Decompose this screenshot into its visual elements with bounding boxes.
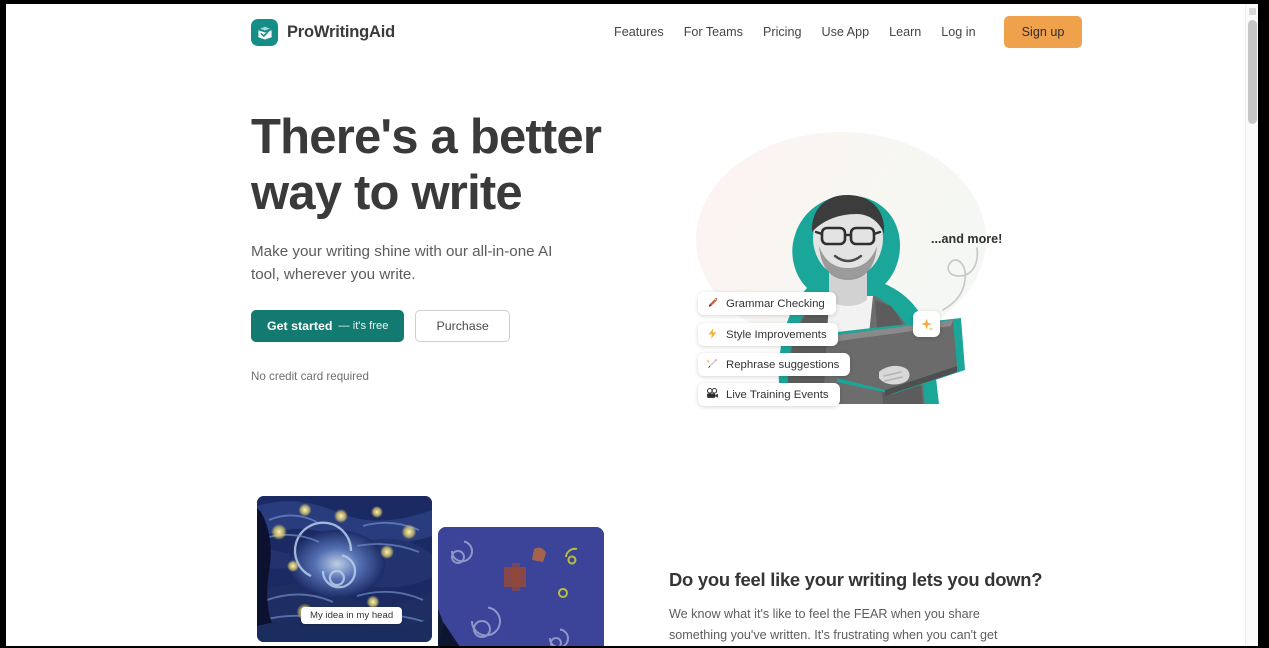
lightning-bolt-icon — [706, 327, 719, 342]
scrollbar-thumb[interactable] — [1248, 20, 1257, 124]
hero-title-line-2: way to write — [251, 166, 523, 220]
feature-chip-label: Style Improvements — [726, 328, 827, 341]
page-content: ProWritingAid Features For Teams Pricing… — [6, 4, 1258, 646]
nav-link-log-in[interactable]: Log in — [931, 16, 985, 48]
nav-link-use-app[interactable]: Use App — [811, 16, 879, 48]
feature-chip-label: Rephrase suggestions — [726, 358, 840, 371]
hero-section: There's a better way to write Make your … — [6, 60, 1245, 480]
brand-name: ProWritingAid — [287, 23, 396, 41]
browser-window: ProWritingAid Features For Teams Pricing… — [0, 0, 1269, 648]
movie-camera-icon — [706, 387, 719, 402]
feature-chip-style-improvements: Style Improvements — [698, 323, 838, 346]
get-started-suffix: — it's free — [338, 320, 389, 332]
main-navigation: Features For Teams Pricing Use App Learn… — [604, 16, 1083, 48]
writing-lets-you-down-section: My idea in my head Do you feel like your… — [6, 480, 1245, 646]
sign-up-button[interactable]: Sign up — [1003, 16, 1083, 48]
feature-chip-grammar-checking: Grammar Checking — [698, 292, 836, 315]
page-title: There's a better way to write — [251, 109, 631, 221]
purchase-button[interactable]: Purchase — [415, 310, 510, 342]
hero-illustration: ...and more! Grammar Checking Style Impr… — [661, 104, 1021, 406]
get-started-button[interactable]: Get started — it's free — [251, 310, 405, 342]
hero-subtitle: Make your writing shine with our all-in-… — [251, 243, 553, 283]
section-two-copy: Do you feel like your writing lets you d… — [669, 569, 1043, 646]
site-header: ProWritingAid Features For Teams Pricing… — [6, 4, 1245, 60]
prowritingaid-logo-icon — [251, 19, 278, 46]
section-two-title: Do you feel like your writing lets you d… — [669, 569, 1043, 590]
page-viewport: ProWritingAid Features For Teams Pricing… — [6, 4, 1258, 646]
brand-logo-link[interactable]: ProWritingAid — [251, 19, 395, 46]
nav-link-learn[interactable]: Learn — [879, 16, 931, 48]
simplified-painting-image — [438, 527, 604, 646]
section-two-body: We know what it's like to feel the FEAR … — [669, 607, 998, 642]
feature-chip-live-training-events: Live Training Events — [698, 383, 840, 406]
feature-chip-rephrase-suggestions: Rephrase suggestions — [698, 353, 851, 376]
hero-copy: There's a better way to write Make your … — [251, 109, 631, 383]
nav-link-features[interactable]: Features — [604, 16, 674, 48]
starry-night-comparison-illustration: My idea in my head — [254, 496, 604, 646]
feature-chip-label: Live Training Events — [726, 388, 829, 401]
page-scrollbar[interactable] — [1245, 4, 1258, 646]
feature-chip-label: Grammar Checking — [726, 297, 825, 310]
sparkles-icon — [913, 311, 940, 337]
nav-link-pricing[interactable]: Pricing — [753, 16, 812, 48]
and-more-callout: ...and more! — [931, 232, 1003, 246]
nav-link-for-teams[interactable]: For Teams — [674, 16, 753, 48]
hero-title-line-1: There's a better — [251, 110, 602, 164]
scroll-up-arrow-icon[interactable] — [1249, 8, 1256, 15]
pen-nib-icon — [706, 296, 719, 311]
magic-wand-icon — [706, 357, 719, 372]
no-credit-card-note: No credit card required — [251, 370, 369, 383]
hero-actions: Get started — it's free Purchase — [251, 310, 631, 342]
callout-squiggle-icon — [942, 247, 979, 311]
image-caption-badge: My idea in my head — [301, 607, 403, 624]
get-started-label: Get started — [267, 319, 333, 333]
